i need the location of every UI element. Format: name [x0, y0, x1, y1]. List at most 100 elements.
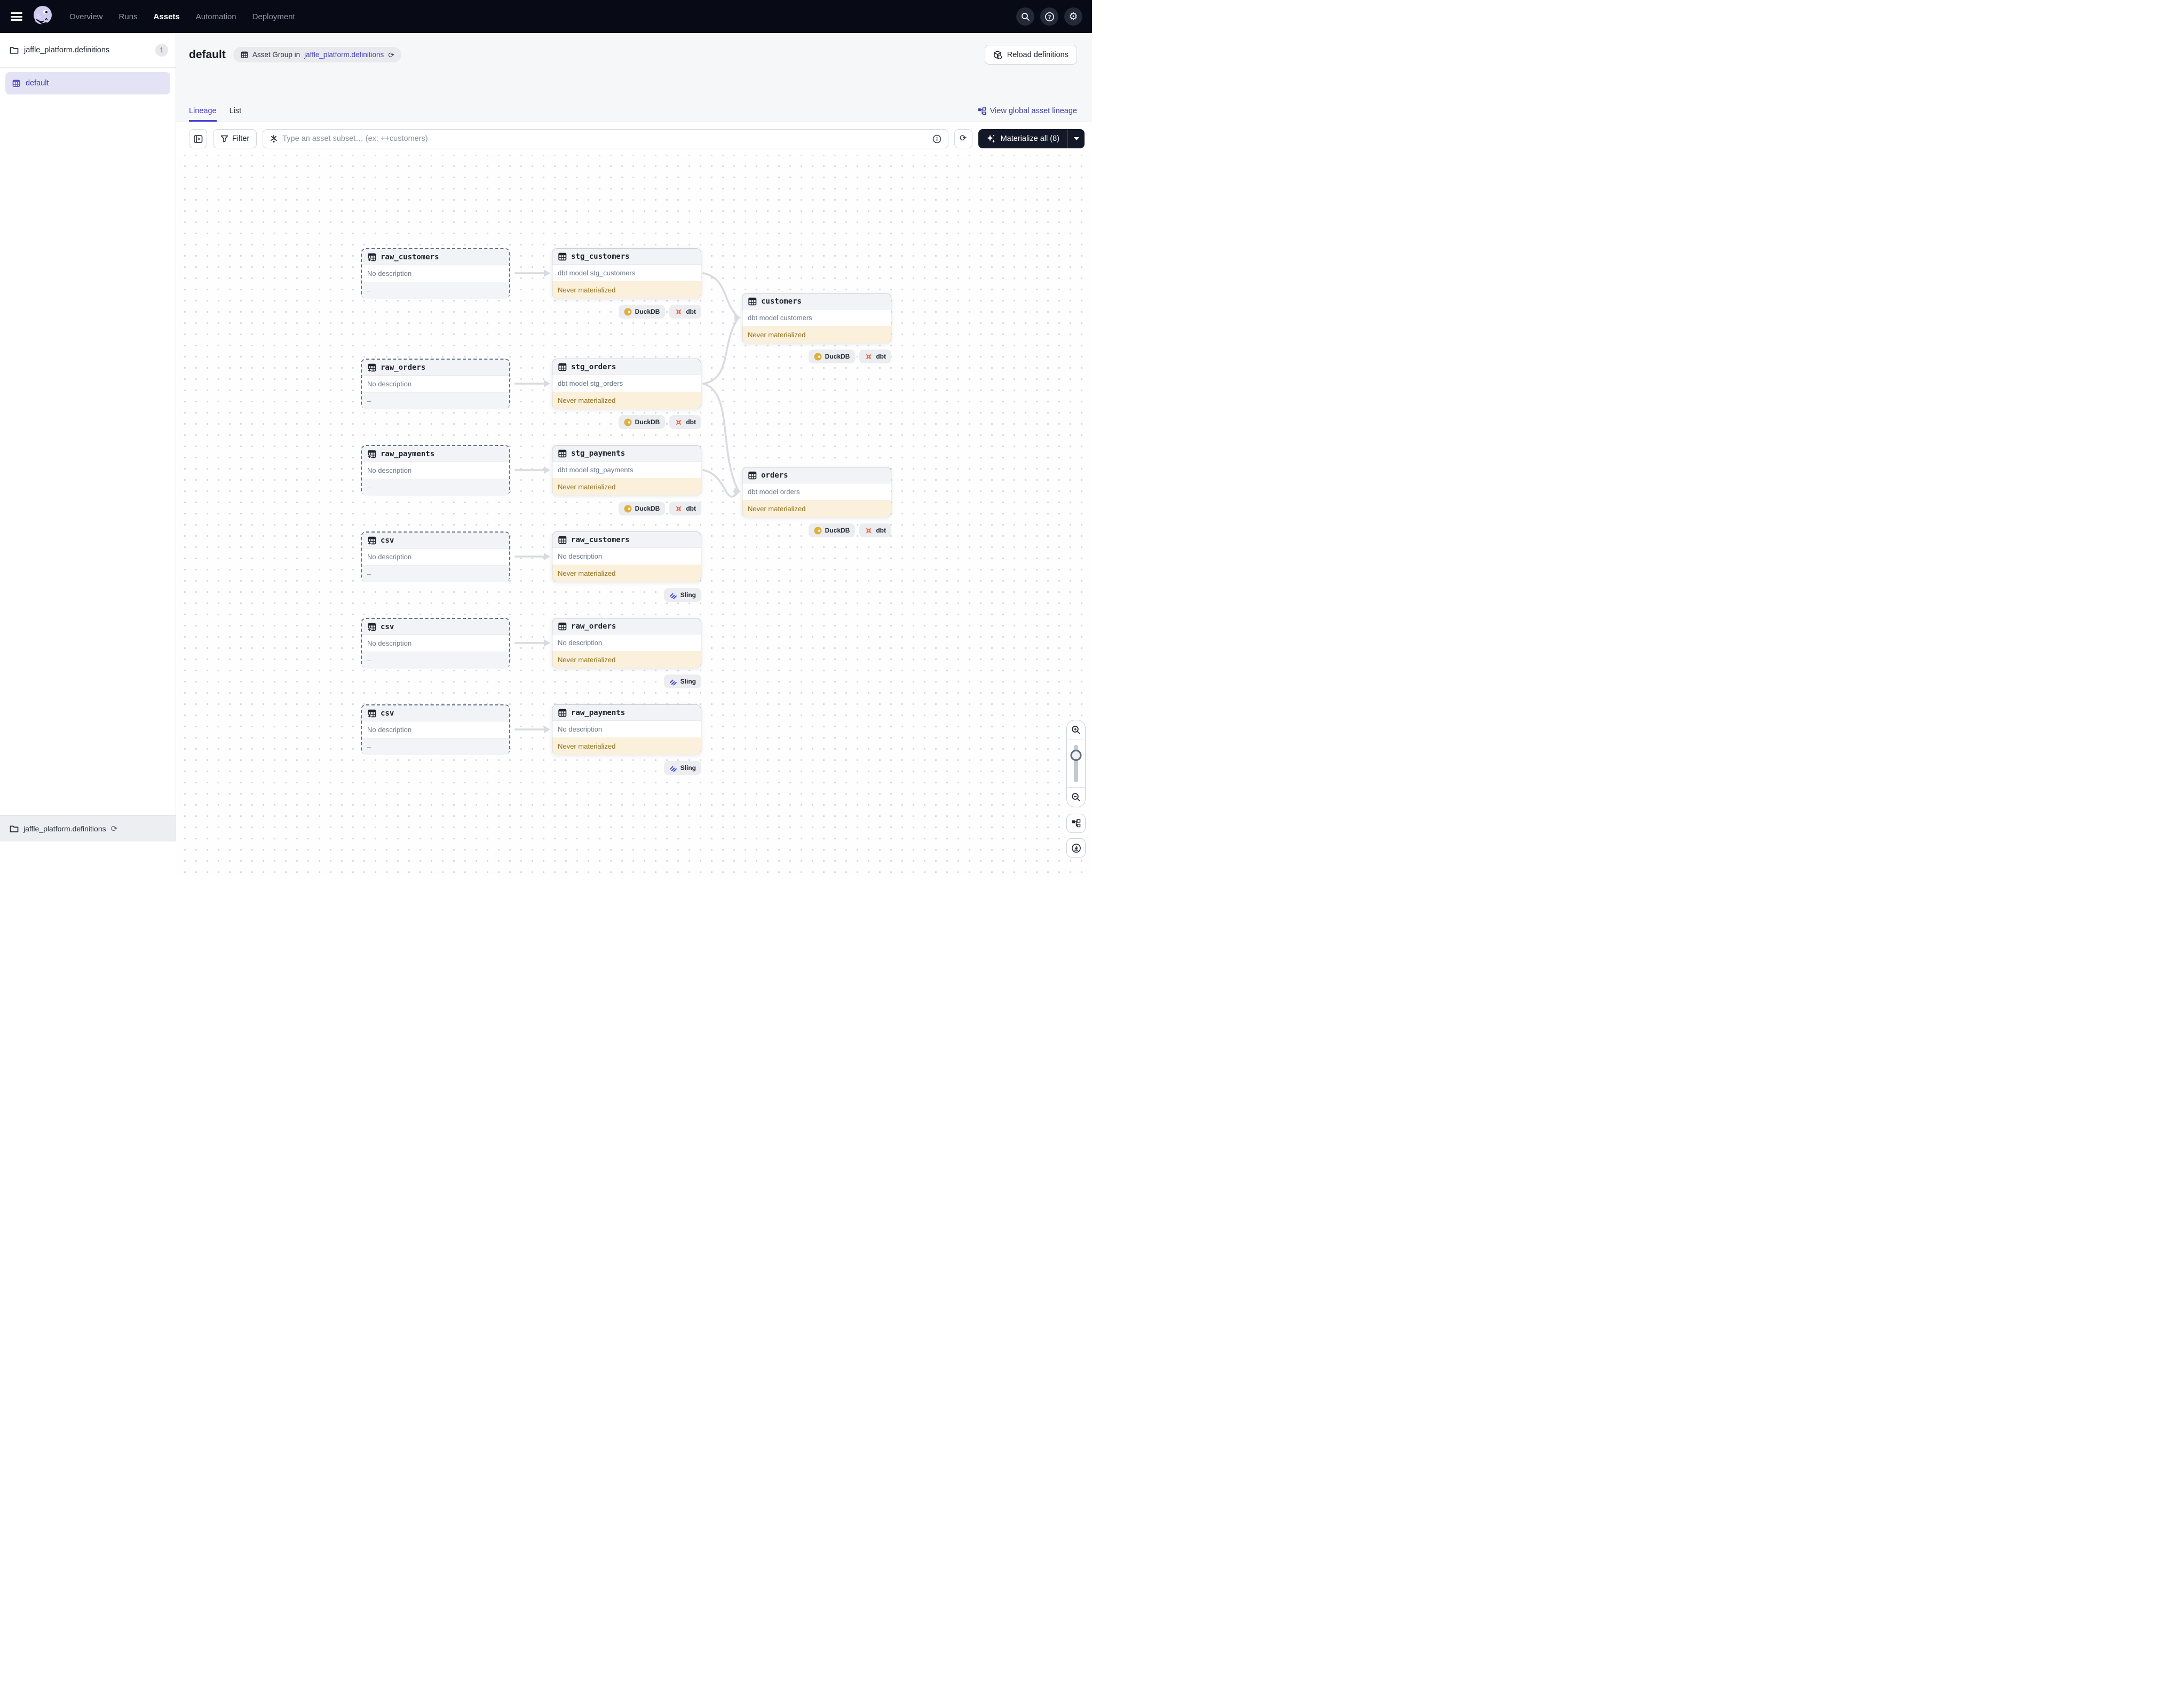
tag-sling[interactable]: Sling — [664, 674, 701, 688]
asset-node-status: – — [362, 652, 509, 669]
asset-node-raw_payments[interactable]: raw_paymentsNo descriptionNever material… — [552, 704, 701, 755]
asset-node-customers[interactable]: customersdbt model customersNever materi… — [742, 293, 891, 343]
asset-group-badge: Asset Group in jaffle_platform.definitio… — [233, 47, 401, 62]
asset-node-status: – — [362, 565, 509, 582]
settings-gear-icon[interactable]: ⚙ — [1064, 7, 1082, 26]
refresh-graph-button[interactable]: ⟳ — [954, 129, 972, 148]
info-icon[interactable] — [932, 134, 941, 144]
tag-dbt[interactable]: dbt — [859, 523, 891, 537]
table-icon — [748, 297, 757, 306]
asset-node-title: csv — [381, 709, 394, 718]
zoom-control-panel — [1066, 720, 1086, 807]
asset-node-stg_orders[interactable]: stg_ordersdbt model stg_ordersNever mate… — [552, 359, 701, 409]
lineage-graph-canvas[interactable]: raw_customersNo description– stg_customer… — [176, 155, 1092, 875]
lineage-icon — [978, 107, 986, 115]
materialize-all-button[interactable]: Materialize all (8) — [978, 129, 1085, 148]
asset-node-description: dbt model orders — [742, 483, 891, 500]
sidebar-footer-label: jaffle_platform.definitions — [23, 824, 106, 833]
asset-subset-icon — [270, 134, 278, 143]
nav-item-overview[interactable]: Overview — [69, 12, 103, 21]
help-icon[interactable]: ? — [1040, 7, 1058, 26]
asset-node-raw_customers_src[interactable]: raw_customersNo description– — [361, 248, 510, 298]
asset-node-title: raw_payments — [381, 450, 434, 458]
nav-item-assets[interactable]: Assets — [154, 12, 180, 21]
toggle-panel-button[interactable] — [189, 129, 207, 148]
tag-duckdb[interactable]: DuckDB — [619, 305, 666, 319]
nav-item-automation[interactable]: Automation — [196, 12, 236, 21]
asset-node-status: Never materialized — [552, 392, 701, 409]
asset-node-status: – — [362, 479, 509, 496]
asset-node-status: Never materialized — [552, 737, 701, 755]
asset-node-csv_1[interactable]: csvNo description– — [361, 531, 510, 582]
tag-sling[interactable]: Sling — [664, 588, 701, 602]
asset-node-status: Never materialized — [742, 326, 891, 343]
asset-node-stg_payments[interactable]: stg_paymentsdbt model stg_paymentsNever … — [552, 445, 701, 495]
asset-node-raw_orders_src[interactable]: raw_ordersNo description– — [361, 359, 510, 409]
download-view-button[interactable] — [1066, 838, 1086, 858]
filter-button[interactable]: Filter — [213, 129, 257, 148]
table-icon — [558, 709, 567, 717]
sidebar-item-default[interactable]: default — [5, 72, 170, 94]
zoom-out-button[interactable] — [1067, 788, 1085, 807]
duckdb-icon — [624, 418, 632, 426]
reload-definitions-button[interactable]: Reload definitions — [985, 45, 1077, 65]
table-icon — [558, 622, 567, 631]
tag-duckdb[interactable]: DuckDB — [809, 350, 856, 363]
dagster-octopus-logo[interactable] — [31, 4, 56, 29]
search-icon[interactable] — [1016, 7, 1034, 26]
tag-duckdb[interactable]: DuckDB — [619, 415, 666, 429]
sidebar-group-row[interactable]: jaffle_platform.definitions 1 — [0, 33, 176, 68]
sidebar-footer[interactable]: jaffle_platform.definitions ⟳ — [0, 815, 176, 842]
asset-node-title: customers — [761, 297, 802, 306]
materialize-dropdown-caret[interactable] — [1067, 129, 1085, 148]
tab-list[interactable]: List — [230, 107, 242, 122]
asset-node-raw_customers[interactable]: raw_customersNo descriptionNever materia… — [552, 531, 701, 582]
asset-node-description: No description — [552, 548, 701, 565]
asset-node-raw_payments_src[interactable]: raw_payments No description– — [361, 445, 510, 495]
asset-node-raw_orders[interactable]: raw_ordersNo descriptionNever materializ… — [552, 618, 701, 668]
sidebar-group-name: jaffle_platform.definitions — [24, 46, 150, 54]
refresh-icon[interactable]: ⟳ — [111, 825, 118, 833]
tag-dbt[interactable]: dbt — [669, 415, 701, 429]
asset-node-title: raw_orders — [381, 363, 425, 372]
duckdb-icon — [814, 527, 822, 535]
table-icon — [558, 536, 567, 544]
fit-graph-button[interactable] — [1066, 814, 1086, 833]
asset-subset-input[interactable] — [282, 134, 928, 143]
asset-node-csv_3[interactable]: csvNo description– — [361, 704, 510, 755]
folder-icon — [10, 825, 19, 833]
refresh-icon[interactable]: ⟳ — [388, 51, 394, 59]
tab-lineage[interactable]: Lineage — [189, 107, 217, 122]
hamburger-menu-icon[interactable] — [11, 12, 22, 21]
asset-node-csv_2[interactable]: csvNo description– — [361, 618, 510, 668]
view-global-lineage-label: View global asset lineage — [990, 107, 1077, 115]
nav-item-deployment[interactable]: Deployment — [252, 12, 295, 21]
dbt-icon — [865, 527, 873, 535]
zoom-in-button[interactable] — [1067, 720, 1085, 740]
zoom-slider[interactable] — [1067, 740, 1085, 788]
asset-subset-field — [263, 129, 948, 148]
view-global-lineage-link[interactable]: View global asset lineage — [978, 107, 1077, 122]
asset-node-tags: DuckDBdbt — [742, 523, 891, 537]
badge-group-link[interactable]: jaffle_platform.definitions — [304, 51, 384, 59]
zoom-slider-handle[interactable] — [1071, 750, 1082, 761]
lineage-toolbar: Filter ⟳ Materialize all (8) — [176, 122, 1092, 155]
duckdb-icon — [624, 505, 632, 513]
tag-duckdb[interactable]: DuckDB — [809, 523, 856, 537]
asset-node-tags: Sling — [552, 674, 701, 688]
asset-node-orders[interactable]: ordersdbt model ordersNever materialized — [742, 467, 891, 517]
asset-node-stg_customers[interactable]: stg_customersdbt model stg_customersNeve… — [552, 248, 701, 298]
tag-sling[interactable]: Sling — [664, 761, 701, 775]
asset-node-tags: DuckDBdbt — [552, 415, 701, 429]
tabs-row: Lineage List View global asset lineage — [189, 107, 1077, 122]
tag-dbt[interactable]: dbt — [669, 305, 701, 319]
nav-item-runs[interactable]: Runs — [119, 12, 138, 21]
refresh-icon: ⟳ — [960, 134, 967, 143]
tag-label: dbt — [686, 505, 696, 512]
tag-dbt[interactable]: dbt — [859, 350, 891, 363]
asset-node-description: No description — [362, 462, 509, 479]
tag-duckdb[interactable]: DuckDB — [619, 502, 666, 515]
tag-dbt[interactable]: dbt — [669, 502, 701, 515]
asset-groups-sidebar: jaffle_platform.definitions 1 default ja… — [0, 33, 176, 842]
asset-table-icon — [240, 51, 248, 59]
